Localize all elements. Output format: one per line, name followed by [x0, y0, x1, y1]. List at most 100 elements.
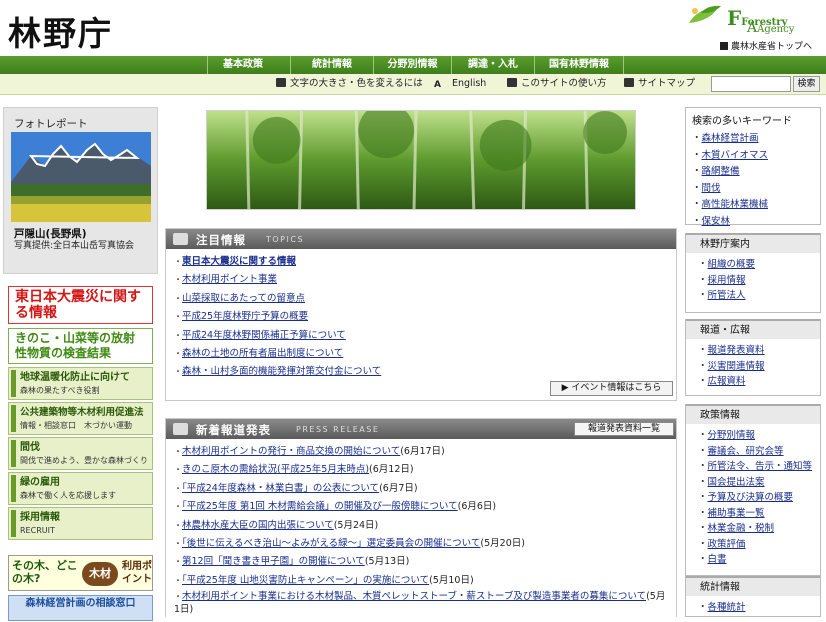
list-item: 木材利用ポイントの発行・商品交換の開始について(6月17日)	[174, 443, 676, 461]
topics-subtitle: TOPICS	[266, 235, 305, 244]
list-item: 報道発表資料	[698, 343, 820, 359]
nav-basic-policy[interactable]: 基本政策	[207, 56, 278, 74]
list-item: 白書	[698, 552, 820, 568]
list-item: 木材利用ポイント事業	[174, 271, 676, 289]
list-item: 「平成25年度 第1回 木材需給会議」の開催及び一般傍聴について(6月6日)	[174, 498, 676, 516]
forestry-agency-logo[interactable]: FForestry AAgency	[687, 3, 823, 36]
list-item: 木材利用ポイント事業における木材製品、木質ペレットストーブ・薪ストーブ及び製造事…	[174, 590, 676, 616]
wood-point-banner-text: その木、どこの木?	[12, 559, 78, 585]
statistics-box: 統計情報 各種統計	[685, 576, 821, 617]
logo-text-agency: AAgency	[747, 20, 795, 36]
list-item: 森林の土地の所有者届出制度について	[174, 345, 676, 363]
list-item: 高性能林業機械	[692, 197, 820, 214]
topics-header: 注目情報 TOPICS	[166, 229, 676, 249]
list-item: 採用情報	[698, 273, 820, 289]
english-link[interactable]: A English	[434, 74, 486, 94]
utility-nav: 文字の大きさ・色を変えるには A English このサイトの使い方 サイトマップ	[0, 74, 826, 95]
press-title: 新着報道発表	[196, 423, 271, 437]
list-item: 国会提出法案	[698, 475, 820, 491]
list-item: 各種統計	[698, 600, 820, 616]
maff-top-link[interactable]: 農林水産省トップへ	[720, 39, 812, 52]
font-size-link[interactable]: 文字の大きさ・色を変えるには	[276, 74, 423, 94]
nav-national-forest[interactable]: 国有林野情報	[534, 56, 624, 74]
policy-info-box: 政策情報 分野別情報 審議会、研究会等 所管法令、告示・通知等 国会提出法案 予…	[685, 404, 821, 576]
list-item: 森林経営計画	[692, 131, 820, 148]
press-header: 新着報道発表 PRESS RELEASE 報道発表資料一覧	[166, 419, 676, 439]
forest-image	[207, 111, 635, 209]
wood-point-banner-sub: 利用ポイント	[122, 561, 152, 585]
keywords-list: 森林経営計画 木質バイオマス 路網整備 間伐 高性能林業機械 保安林	[692, 131, 820, 230]
box-title: 統計情報	[686, 576, 820, 596]
side-button-wood-use[interactable]: 公共建築物等木材利用促進法 情報・相談窓口 木づかい運動	[8, 402, 153, 435]
english-icon: A	[434, 80, 441, 90]
side-button-sub: 間伐で進めよう、豊かな森林づくり	[20, 456, 148, 465]
leaf-icon	[689, 5, 721, 23]
square-icon	[720, 42, 728, 50]
sitemap-link[interactable]: サイトマップ	[624, 74, 695, 94]
side-button-warming[interactable]: 地球温暖化防止に向けて 森林の果たすべき役割	[8, 367, 153, 400]
keywords-title: 検索の多いキーワード	[692, 116, 792, 127]
list-item: 所管法令、告示・通知等	[698, 459, 820, 475]
list-item: 「平成25年度 山地災害防止キャンペーン」の実施について(5月10日)	[174, 572, 676, 590]
list-item: 所管法人	[698, 288, 820, 304]
event-info-button[interactable]: ▶ イベント情報はこちら	[550, 381, 673, 396]
site-title[interactable]: 林野庁	[8, 7, 113, 55]
side-button-sub: RECRUIT	[20, 526, 55, 535]
nav-statistics[interactable]: 統計情報	[290, 56, 373, 74]
list-item: 木質バイオマス	[692, 148, 820, 165]
side-button-sub: 情報・相談窓口 木づかい運動	[20, 421, 132, 430]
list-item: 「平成24年度森林・林業白書」の公表について(6月7日)	[174, 480, 676, 498]
list-item: 予算及び決算の概要	[698, 490, 820, 506]
topics-panel: 注目情報 TOPICS 東日本大震災に関する情報 木材利用ポイント事業 山菜採取…	[165, 228, 677, 401]
photo-report-image[interactable]	[11, 132, 151, 222]
wood-point-banner[interactable]: その木、どこの木? 木材 利用ポイント	[8, 555, 153, 591]
main-nav: 基本政策 統計情報 分野別情報 調達・入札 国有林野情報	[0, 56, 826, 74]
list-item: 分野別情報	[698, 428, 820, 444]
radiation-banner[interactable]: きのこ・山菜等の放射性物質の検査結果	[8, 328, 153, 364]
earthquake-banner[interactable]: 東日本大震災に関する情報	[8, 286, 153, 324]
press-panel: 新着報道発表 PRESS RELEASE 報道発表資料一覧 木材利用ポイントの発…	[165, 418, 677, 617]
topics-title: 注目情報	[196, 233, 246, 247]
list-item: 路網整備	[692, 164, 820, 181]
press-list-button[interactable]: 報道発表資料一覧	[574, 422, 674, 436]
list-item: 間伐	[692, 181, 820, 198]
side-button-title: 地球温暖化防止に向けて	[20, 372, 130, 383]
topics-icon	[173, 233, 188, 245]
list-item: きのこ原木の需給状況(平成25年5月末時点)(6月12日)	[174, 461, 676, 479]
text-size-icon	[276, 78, 286, 87]
nav-procurement[interactable]: 調達・入札	[451, 56, 534, 74]
forest-plan-banner[interactable]: 森林経営計画の相談窓口	[8, 595, 153, 621]
list-item: 保安林	[692, 214, 820, 231]
nav-field-info[interactable]: 分野別情報	[373, 56, 451, 74]
side-button-title: 緑の雇用	[20, 477, 60, 488]
list-item: 災害関連情報	[698, 359, 820, 375]
site-header: 林野庁 FForestry AAgency 農林水産省トップへ	[0, 0, 826, 56]
list-item: 林農林水産大臣の国内出張について(5月24日)	[174, 517, 676, 535]
side-button-title: 間伐	[20, 442, 40, 453]
photo-credit: 写真提供:全日本山岳写真協会	[14, 241, 135, 251]
side-button-sub: 森林で働く人を応援します	[20, 491, 116, 500]
side-button-title: 採用情報	[20, 512, 60, 523]
photo-report-title: フォトレポート	[14, 118, 88, 130]
agency-guide-box: 林野庁案内 組織の概要 採用情報 所管法人	[685, 233, 821, 313]
list-item: 広報資料	[698, 374, 820, 390]
search-input[interactable]	[711, 76, 791, 92]
hero-forest-image	[206, 110, 636, 210]
side-button-recruit[interactable]: 採用情報 RECRUIT	[8, 507, 153, 540]
list-item: 平成25年度林野庁予算の概要	[174, 308, 676, 326]
popular-keywords: 検索の多いキーワード 森林経営計画 木質バイオマス 路網整備 間伐 高性能林業機…	[685, 107, 821, 227]
side-button-thinning[interactable]: 間伐 間伐で進めよう、豊かな森林づくり	[8, 437, 153, 470]
howto-link[interactable]: このサイトの使い方	[507, 74, 607, 94]
list-item: 東日本大震災に関する情報	[174, 253, 676, 271]
press-list: 木材利用ポイントの発行・商品交換の開始について(6月17日) きのこ原木の需給状…	[166, 439, 676, 616]
list-item: 森林・山村多面的機能発揮対策交付金について	[174, 363, 676, 381]
box-title: 林野庁案内	[686, 233, 820, 253]
search-button[interactable]: 検索	[793, 76, 820, 92]
side-button-green-employment[interactable]: 緑の雇用 森林で働く人を応援します	[8, 472, 153, 505]
list-item: 審議会、研究会等	[698, 444, 820, 460]
press-pr-box: 報道・広報 報道発表資料 災害関連情報 広報資料	[685, 319, 821, 396]
photo-place: 戸隠山(長野県)	[14, 228, 87, 240]
list-item: 林業金融・税制	[698, 521, 820, 537]
list-item: 補助事業一覧	[698, 506, 820, 522]
photo-report: フォトレポート 戸隠山(長野県) 写真提供:全日本山岳写真協会	[3, 107, 158, 274]
